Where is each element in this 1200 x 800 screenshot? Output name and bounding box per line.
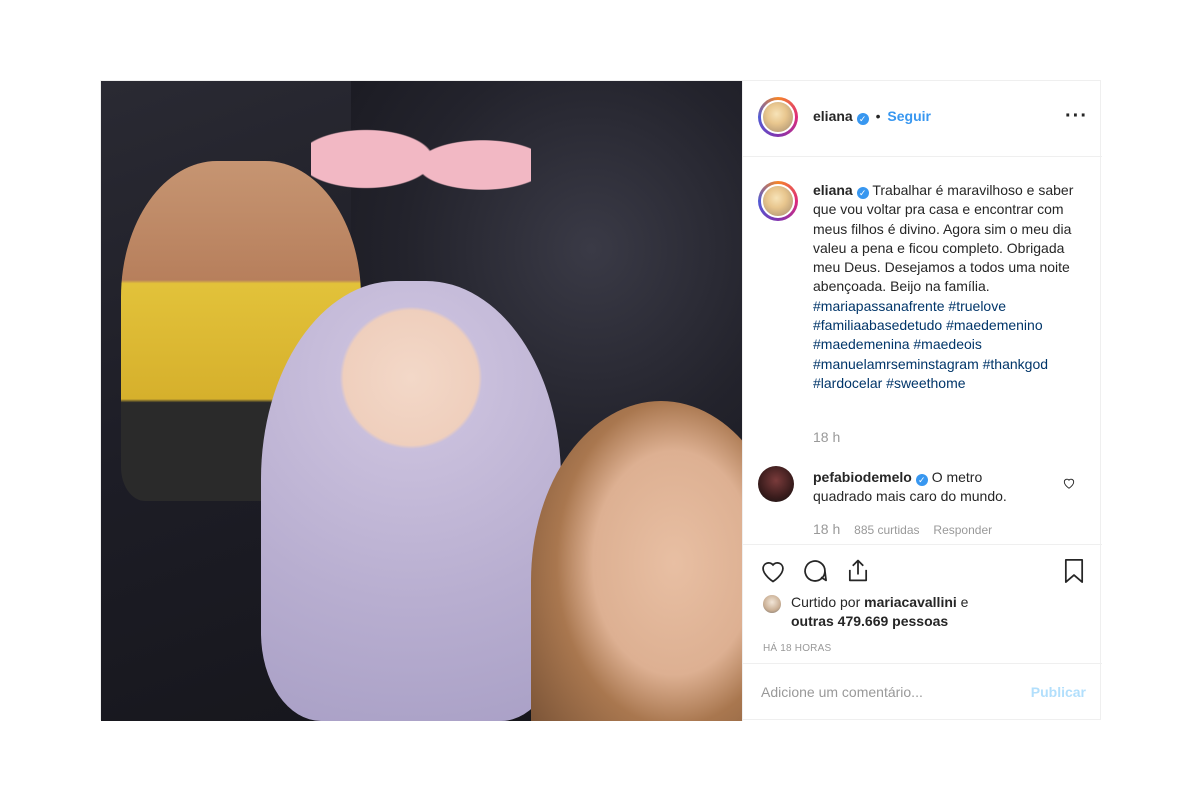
follow-button[interactable]: Seguir [887,108,931,124]
liker-avatar[interactable] [763,595,781,613]
more-options-icon[interactable]: ··· [1065,105,1088,128]
author-avatar[interactable] [758,97,798,137]
photo-bunny-ears [311,111,531,231]
post-photo[interactable] [101,81,742,721]
like-icon[interactable] [759,557,787,590]
likes-summary: Curtido por mariacavallini e outras 479.… [763,593,968,631]
caption-text-block: eliana ✓ Trabalhar é maravilhoso e saber … [813,181,1078,393]
commenter-username[interactable]: pefabiodemelo [813,469,912,485]
likes-others[interactable]: outras 479.669 pessoas [791,613,948,629]
separator-dot: • [875,108,881,124]
caption-username[interactable]: eliana [813,182,853,198]
instagram-post: eliana ✓ • Seguir ··· eliana ✓ Trabalhar é… [100,80,1102,721]
caption-time: 18 h [813,429,841,445]
likes-middle: e [960,594,969,610]
photo-subject-baby [261,281,561,721]
publish-button[interactable]: Publicar [1031,684,1086,700]
post-header: eliana ✓ • Seguir ··· [743,81,1102,157]
bookmark-icon[interactable] [1060,557,1088,590]
add-comment-bar: Adicione um comentário... Publicar [743,663,1102,722]
comment-icon[interactable] [801,557,829,590]
share-icon[interactable] [844,557,872,590]
caption-hashtags[interactable]: #mariapassanafrente #truelove #familiaab… [813,298,1048,391]
action-icons [759,557,882,585]
verified-icon: ✓ [915,474,928,486]
caption-avatar[interactable] [758,181,798,221]
author-username[interactable]: eliana [813,108,853,124]
reply-button[interactable]: Responder [933,523,992,537]
header-text: eliana ✓ • Seguir [813,108,931,125]
likes-prefix: Curtido por [791,594,861,610]
comment-input[interactable]: Adicione um comentário... [761,684,923,700]
caption-text: Trabalhar é maravilhoso e saber que vou … [813,182,1074,295]
comment-meta: 18 h 885 curtidas Responder [813,521,992,537]
comment-time: 18 h [813,521,841,537]
verified-icon: ✓ [856,113,869,125]
verified-icon: ✓ [856,187,869,199]
posted-ago: HÁ 18 HORAS [763,643,832,654]
likes-text: Curtido por mariacavallini e outras 479.… [791,593,968,631]
commenter-avatar[interactable] [758,466,794,502]
liker-username[interactable]: mariacavallini [864,594,957,610]
post-sidebar: eliana ✓ • Seguir ··· eliana ✓ Trabalhar é… [742,81,1102,721]
comment-text-block: pefabiodemelo ✓ O metro quadrado mais car… [813,468,1033,507]
post-actions: Curtido por mariacavallini e outras 479.… [743,544,1102,721]
comment-like-icon[interactable] [1062,476,1076,490]
comment-likes[interactable]: 885 curtidas [854,523,919,537]
